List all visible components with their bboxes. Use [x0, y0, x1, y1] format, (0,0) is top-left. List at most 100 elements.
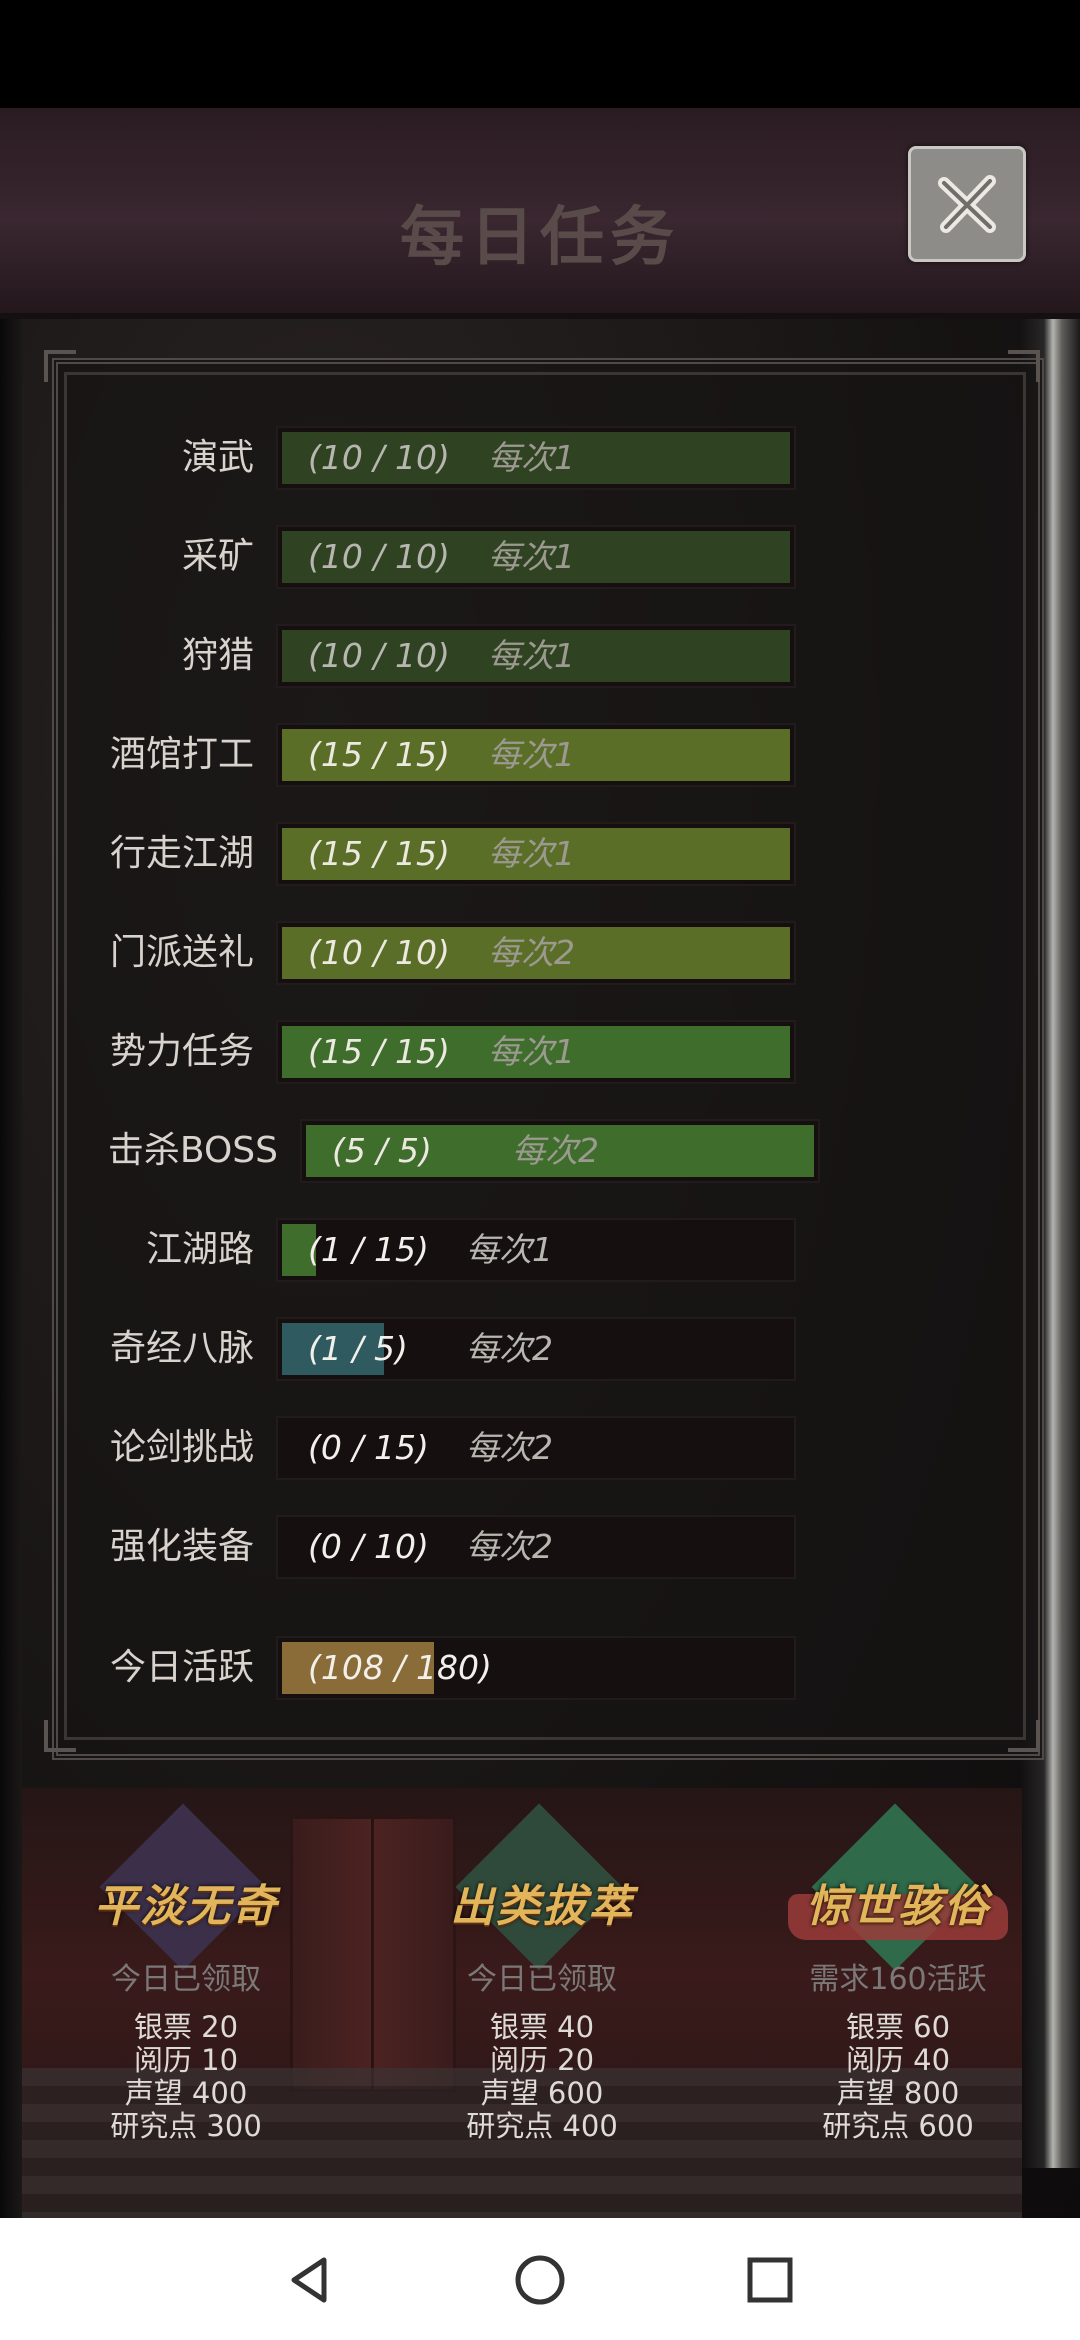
task-label: 门派送礼 [109, 932, 254, 973]
panel-corner-ornament [44, 350, 76, 382]
task-reward-per-action: 每次2 [488, 933, 575, 972]
task-progress-text: (10 / 10) 每次2 [308, 923, 575, 983]
task-reward-per-action: 每次2 [466, 1329, 553, 1368]
reward-tier-title: 出类拔萃 [450, 1881, 634, 1932]
task-progress-bar: (10 / 10) 每次2 [276, 921, 796, 985]
task-progress-text: (5 / 5) 每次2 [332, 1121, 599, 1181]
task-row: 论剑挑战 (0 / 15) 每次2 [0, 1416, 1080, 1480]
activity-row: 今日活跃 (108 / 180) [0, 1636, 1080, 1700]
task-label: 江湖路 [145, 1229, 254, 1270]
task-label: 采矿 [181, 536, 254, 577]
recents-square-icon[interactable] [742, 2252, 798, 2308]
close-button[interactable] [908, 146, 1026, 262]
task-progress-bar: (0 / 10) 每次2 [276, 1515, 796, 1579]
task-label: 强化装备 [109, 1526, 254, 1567]
task-progress-bar: (15 / 15) 每次1 [276, 822, 796, 886]
panel-corner-ornament [44, 1720, 76, 1752]
task-progress-bar: (10 / 10) 每次1 [276, 426, 796, 490]
task-label: 演武 [181, 437, 254, 478]
task-row: 击杀BOSS (5 / 5) 每次2 [0, 1119, 1080, 1183]
task-row: 势力任务 (15 / 15) 每次1 [0, 1020, 1080, 1084]
task-reward-per-action: 每次1 [488, 834, 575, 873]
task-label: 势力任务 [109, 1031, 254, 1072]
activity-progress-bar: (108 / 180) [276, 1636, 796, 1700]
reward-tier-title: 惊世骇俗 [806, 1881, 990, 1932]
task-count: (15 / 15) [308, 1032, 450, 1071]
task-reward-per-action: 每次1 [488, 735, 575, 774]
task-label: 行走江湖 [109, 833, 254, 874]
task-count: (15 / 15) [308, 834, 450, 873]
task-reward-per-action: 每次1 [488, 1032, 575, 1071]
task-progress-bar: (10 / 10) 每次1 [276, 624, 796, 688]
task-progress-text: (10 / 10) 每次1 [308, 428, 575, 488]
task-count: (10 / 10) [308, 438, 450, 477]
activity-count: (108 / 180) [308, 1648, 492, 1687]
task-count: (0 / 10) [308, 1527, 429, 1566]
task-progress-bar: (0 / 15) 每次2 [276, 1416, 796, 1480]
task-progress-bar: (15 / 15) 每次1 [276, 723, 796, 787]
reward-claim-status: 今日已领取 [467, 1962, 617, 1997]
task-progress-text: (15 / 15) 每次1 [308, 824, 575, 884]
task-progress-text: (0 / 10) 每次2 [308, 1517, 553, 1577]
task-row: 江湖路 (1 / 15) 每次1 [0, 1218, 1080, 1282]
task-reward-per-action: 每次1 [488, 537, 575, 576]
reward-tier-title: 平淡无奇 [94, 1881, 278, 1932]
task-progress-bar: (15 / 15) 每次1 [276, 1020, 796, 1084]
close-x-icon [938, 175, 996, 233]
task-row: 行走江湖 (15 / 15) 每次1 [0, 822, 1080, 886]
panel-corner-ornament [1008, 350, 1040, 382]
task-count: (1 / 15) [308, 1230, 429, 1269]
task-row: 演武 (10 / 10) 每次1 [0, 426, 1080, 490]
task-row: 狩猎 (10 / 10) 每次1 [0, 624, 1080, 688]
task-label: 酒馆打工 [109, 734, 254, 775]
status-bar [0, 0, 1080, 108]
task-progress-text: (10 / 10) 每次1 [308, 527, 575, 587]
task-reward-per-action: 每次2 [466, 1428, 553, 1467]
activity-label: 今日活跃 [109, 1647, 254, 1688]
task-reward-per-action: 每次1 [466, 1230, 553, 1269]
task-label: 论剑挑战 [109, 1427, 254, 1468]
reward-claim-status: 需求160活跃 [809, 1962, 987, 1997]
task-reward-per-action: 每次2 [466, 1527, 553, 1566]
task-label: 击杀BOSS [107, 1130, 278, 1171]
task-progress-text: (1 / 5) 每次2 [308, 1319, 553, 1379]
task-progress-text: (1 / 15) 每次1 [308, 1220, 553, 1280]
task-progress-text: (10 / 10) 每次1 [308, 626, 575, 686]
reward-tier-2[interactable]: 出类拔萃 今日已领取 银票 40 阅历 20 声望 600 研究点 400 [392, 1798, 692, 2218]
task-count: (1 / 5) [308, 1329, 408, 1368]
task-count: (15 / 15) [308, 735, 450, 774]
task-progress-bar: (1 / 15) 每次1 [276, 1218, 796, 1282]
task-row: 强化装备 (0 / 10) 每次2 [0, 1515, 1080, 1579]
task-count: (10 / 10) [308, 933, 450, 972]
task-label: 狩猎 [181, 635, 254, 676]
reward-item: 研究点 300 [110, 2109, 262, 2143]
task-count: (10 / 10) [308, 537, 450, 576]
task-progress-bar: (1 / 5) 每次2 [276, 1317, 796, 1381]
task-label: 奇经八脉 [109, 1328, 254, 1369]
task-row: 酒馆打工 (15 / 15) 每次1 [0, 723, 1080, 787]
reward-claim-status: 今日已领取 [111, 1962, 261, 1997]
task-reward-per-action: 每次1 [488, 636, 575, 675]
task-row: 门派送礼 (10 / 10) 每次2 [0, 921, 1080, 985]
task-progress-bar: (5 / 5) 每次2 [300, 1119, 820, 1183]
reward-item: 研究点 600 [822, 2109, 974, 2143]
task-count: (5 / 5) [332, 1131, 432, 1170]
task-row: 采矿 (10 / 10) 每次1 [0, 525, 1080, 589]
system-navigation-bar [0, 2218, 1080, 2340]
task-progress-text: (15 / 15) 每次1 [308, 725, 575, 785]
reward-item: 研究点 400 [466, 2109, 618, 2143]
task-reward-per-action: 每次1 [488, 438, 575, 477]
task-row: 奇经八脉 (1 / 5) 每次2 [0, 1317, 1080, 1381]
task-progress-text: (0 / 15) 每次2 [308, 1418, 553, 1478]
task-progress-text: (15 / 15) 每次1 [308, 1022, 575, 1082]
header-divider [0, 313, 1080, 319]
back-triangle-icon[interactable] [282, 2252, 338, 2308]
task-count: (0 / 15) [308, 1428, 429, 1467]
daily-tasks-screen: 每日任务 演武 (10 / 10) 每次1 采矿 (10 / 10) 每次1 狩猎 (10 /… [0, 108, 1080, 2218]
panel-corner-ornament [1008, 1720, 1040, 1752]
reward-tier-1[interactable]: 平淡无奇 今日已领取 银票 20 阅历 10 声望 400 研究点 300 [36, 1798, 336, 2218]
home-circle-icon[interactable] [512, 2252, 568, 2308]
reward-tier-3[interactable]: 惊世骇俗 需求160活跃 银票 60 阅历 40 声望 800 研究点 600 [748, 1798, 1048, 2218]
task-progress-bar: (10 / 10) 每次1 [276, 525, 796, 589]
task-reward-per-action: 每次2 [512, 1131, 599, 1170]
